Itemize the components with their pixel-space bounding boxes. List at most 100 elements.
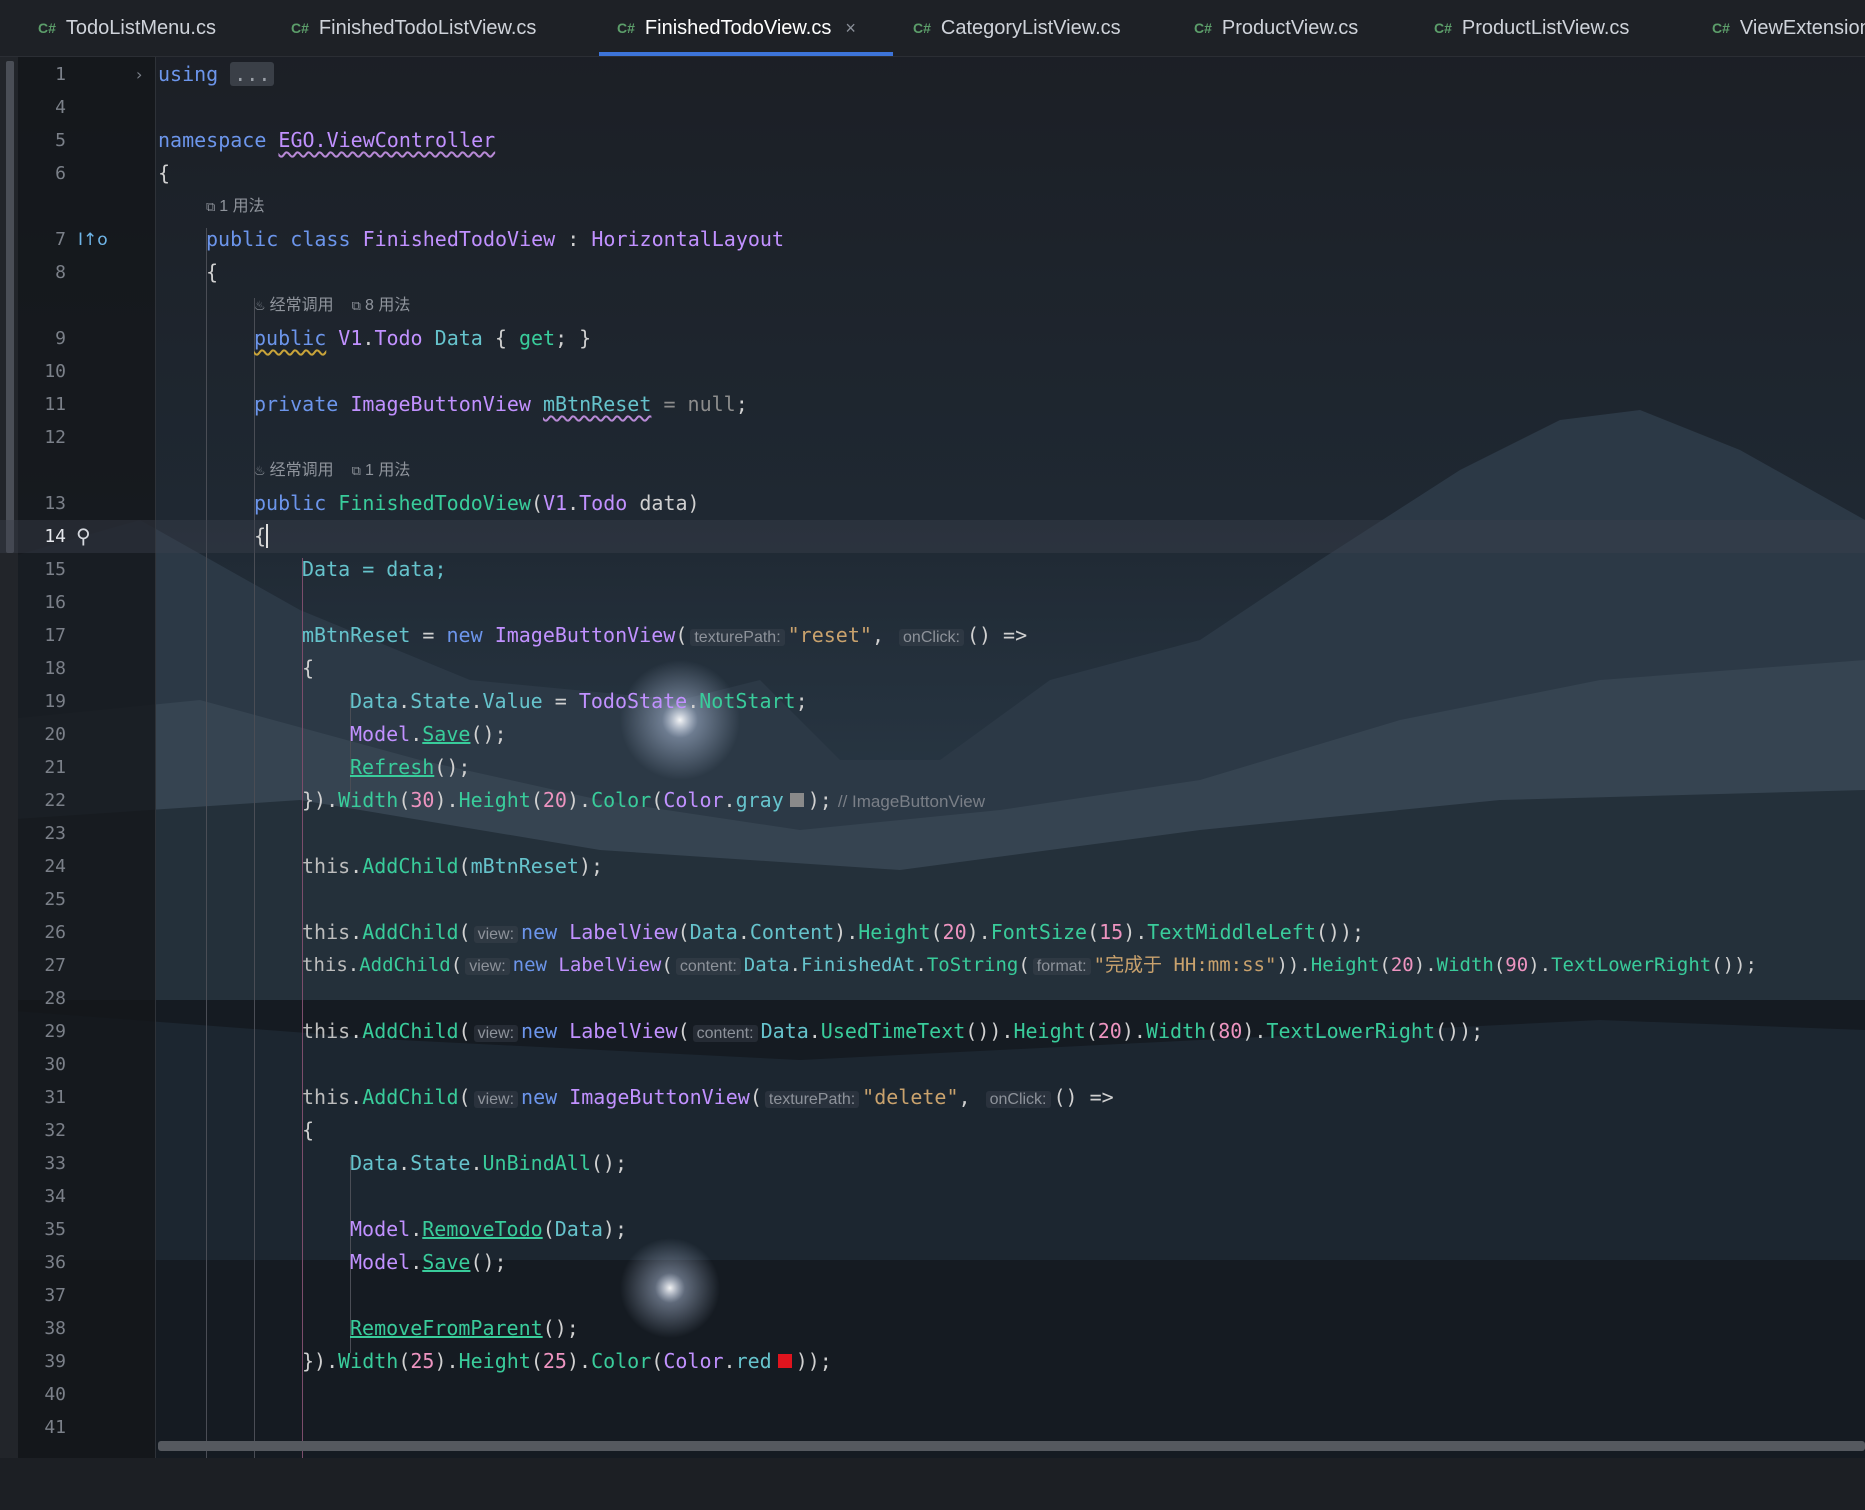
code-line: 12 xyxy=(0,421,1865,454)
code-line: 36 Model.Save(); xyxy=(0,1246,1865,1279)
code-line: 35 Model.RemoveTodo(Data); xyxy=(0,1213,1865,1246)
code-line: 13 public FinishedTodoView(V1.Todo data) xyxy=(0,487,1865,520)
parameter-hint: view: xyxy=(465,958,510,975)
line-number: 9 xyxy=(55,328,66,349)
code-line: 26 this.AddChild(view: new LabelView(Data… xyxy=(0,916,1865,949)
code-line: 31 this.AddChild(view: new ImageButtonVie… xyxy=(0,1081,1865,1114)
line-number: 8 xyxy=(55,262,66,283)
horizontal-scrollbar[interactable] xyxy=(158,1441,1865,1451)
line-number: 4 xyxy=(55,97,66,118)
code-token: EGO.ViewController xyxy=(278,128,496,152)
line-number: 41 xyxy=(44,1417,66,1438)
folded-region[interactable]: ... xyxy=(230,62,275,86)
code-line: 40 xyxy=(0,1378,1865,1411)
line-number: 24 xyxy=(44,856,66,877)
parameter-hint: view: xyxy=(473,1091,519,1108)
code-token: FinishedTodoView xyxy=(362,227,556,251)
line-number: 22 xyxy=(44,790,66,811)
line-number: 40 xyxy=(44,1384,66,1405)
code-line: 19 Data.State.Value = TodoState.NotStart… xyxy=(0,685,1865,718)
line-number: 27 xyxy=(44,955,66,976)
current-code-line: 14 ⚲ { xyxy=(0,520,1865,553)
code-line: 17 mBtnReset = new ImageButtonView(textu… xyxy=(0,619,1865,652)
code-token: : xyxy=(567,227,580,251)
code-line: 24 this.AddChild(mBtnReset); xyxy=(0,850,1865,883)
line-number: 7 xyxy=(55,229,66,250)
usage-icon: ⧉ xyxy=(351,463,361,478)
code-token: using xyxy=(158,62,219,86)
code-line: 33 Data.State.UnBindAll(); xyxy=(0,1147,1865,1180)
line-number: 5 xyxy=(55,130,66,151)
code-line: 34 xyxy=(0,1180,1865,1213)
code-line: 20 Model.Save(); xyxy=(0,718,1865,751)
parameter-hint: content: xyxy=(675,958,741,975)
parameter-hint: onClick: xyxy=(899,629,964,646)
code-line: 29 this.AddChild(view: new LabelView(cont… xyxy=(0,1015,1865,1048)
color-swatch xyxy=(789,793,804,807)
usage-icon: ⧉ xyxy=(206,199,216,214)
usages-hint[interactable]: ⧉ 1 用法 xyxy=(206,194,265,220)
code-token: class xyxy=(290,227,351,251)
code-line: 28 xyxy=(0,982,1865,1015)
text-caret xyxy=(266,524,269,548)
usages-hint[interactable]: ♨ 经常调用 ⧉ 8 用法 xyxy=(254,293,410,319)
line-number: 16 xyxy=(44,592,66,613)
line-number: 14 xyxy=(44,526,66,547)
line-number: 28 xyxy=(44,988,66,1009)
usages-hint[interactable]: ♨ 经常调用 ⧉ 1 用法 xyxy=(254,458,410,484)
line-number: 29 xyxy=(44,1021,66,1042)
code-line: 23 xyxy=(0,817,1865,850)
code-token: { xyxy=(206,260,219,284)
parameter-hint: view: xyxy=(473,926,519,943)
code-line: 8 { xyxy=(0,256,1865,289)
code-line: 5 namespace EGO.ViewController xyxy=(0,124,1865,157)
line-number: 38 xyxy=(44,1318,66,1339)
line-number: 34 xyxy=(44,1186,66,1207)
code-line: 4 xyxy=(0,91,1865,124)
code-line: 16 xyxy=(0,586,1865,619)
line-number: 13 xyxy=(44,493,66,514)
line-number: 19 xyxy=(44,691,66,712)
implements-icon[interactable]: I↑o xyxy=(78,224,108,257)
line-number: 21 xyxy=(44,757,66,778)
flame-icon: ♨ xyxy=(254,298,266,313)
code-line: 39 }).Width(25).Height(25).Color(Color.r… xyxy=(0,1345,1865,1378)
code-line: 9 public V1.Todo Data { get; } xyxy=(0,322,1865,355)
line-number: 15 xyxy=(44,559,66,580)
line-number: 25 xyxy=(44,889,66,910)
color-swatch xyxy=(777,1354,792,1368)
parameter-hint: texturePath: xyxy=(690,629,785,646)
line-number: 30 xyxy=(44,1054,66,1075)
code-token: namespace xyxy=(158,128,267,152)
code-line: 27 this.AddChild(view: new LabelView(cont… xyxy=(0,949,1865,982)
lightbulb-icon[interactable]: ⚲ xyxy=(76,520,91,553)
line-number: 23 xyxy=(44,823,66,844)
flame-icon: ♨ xyxy=(254,463,266,478)
usage-icon: ⧉ xyxy=(351,298,361,313)
line-number: 35 xyxy=(44,1219,66,1240)
fold-arrow-icon[interactable]: › xyxy=(136,58,142,91)
code-line: 11 private ImageButtonView mBtnReset = n… xyxy=(0,388,1865,421)
code-line: 15 Data = data; xyxy=(0,553,1865,586)
line-number: 12 xyxy=(44,427,66,448)
line-number: 32 xyxy=(44,1120,66,1141)
code-line: 21 Refresh(); xyxy=(0,751,1865,784)
code-line: 41 xyxy=(0,1411,1865,1444)
code-line: 22 }).Width(30).Height(20).Color(Color.g… xyxy=(0,784,1865,817)
code-line: 6 { xyxy=(0,157,1865,190)
line-number: 37 xyxy=(44,1285,66,1306)
line-number: 36 xyxy=(44,1252,66,1273)
code-token: public xyxy=(206,227,279,251)
parameter-hint: onClick: xyxy=(985,1091,1051,1108)
code-line: 30 xyxy=(0,1048,1865,1081)
code-editor[interactable]: 1 › using ... 4 5 namespace EGO.ViewCont… xyxy=(0,0,1865,1458)
line-number: 31 xyxy=(44,1087,66,1108)
code-line: 18 { xyxy=(0,652,1865,685)
code-line: 25 xyxy=(0,883,1865,916)
line-number: 11 xyxy=(44,394,66,415)
code-line: 7 I↑o public class FinishedTodoView : Ho… xyxy=(0,223,1865,256)
code-line: 38 RemoveFromParent(); xyxy=(0,1312,1865,1345)
line-number: 18 xyxy=(44,658,66,679)
parameter-hint: content: xyxy=(692,1025,758,1042)
line-number: 26 xyxy=(44,922,66,943)
